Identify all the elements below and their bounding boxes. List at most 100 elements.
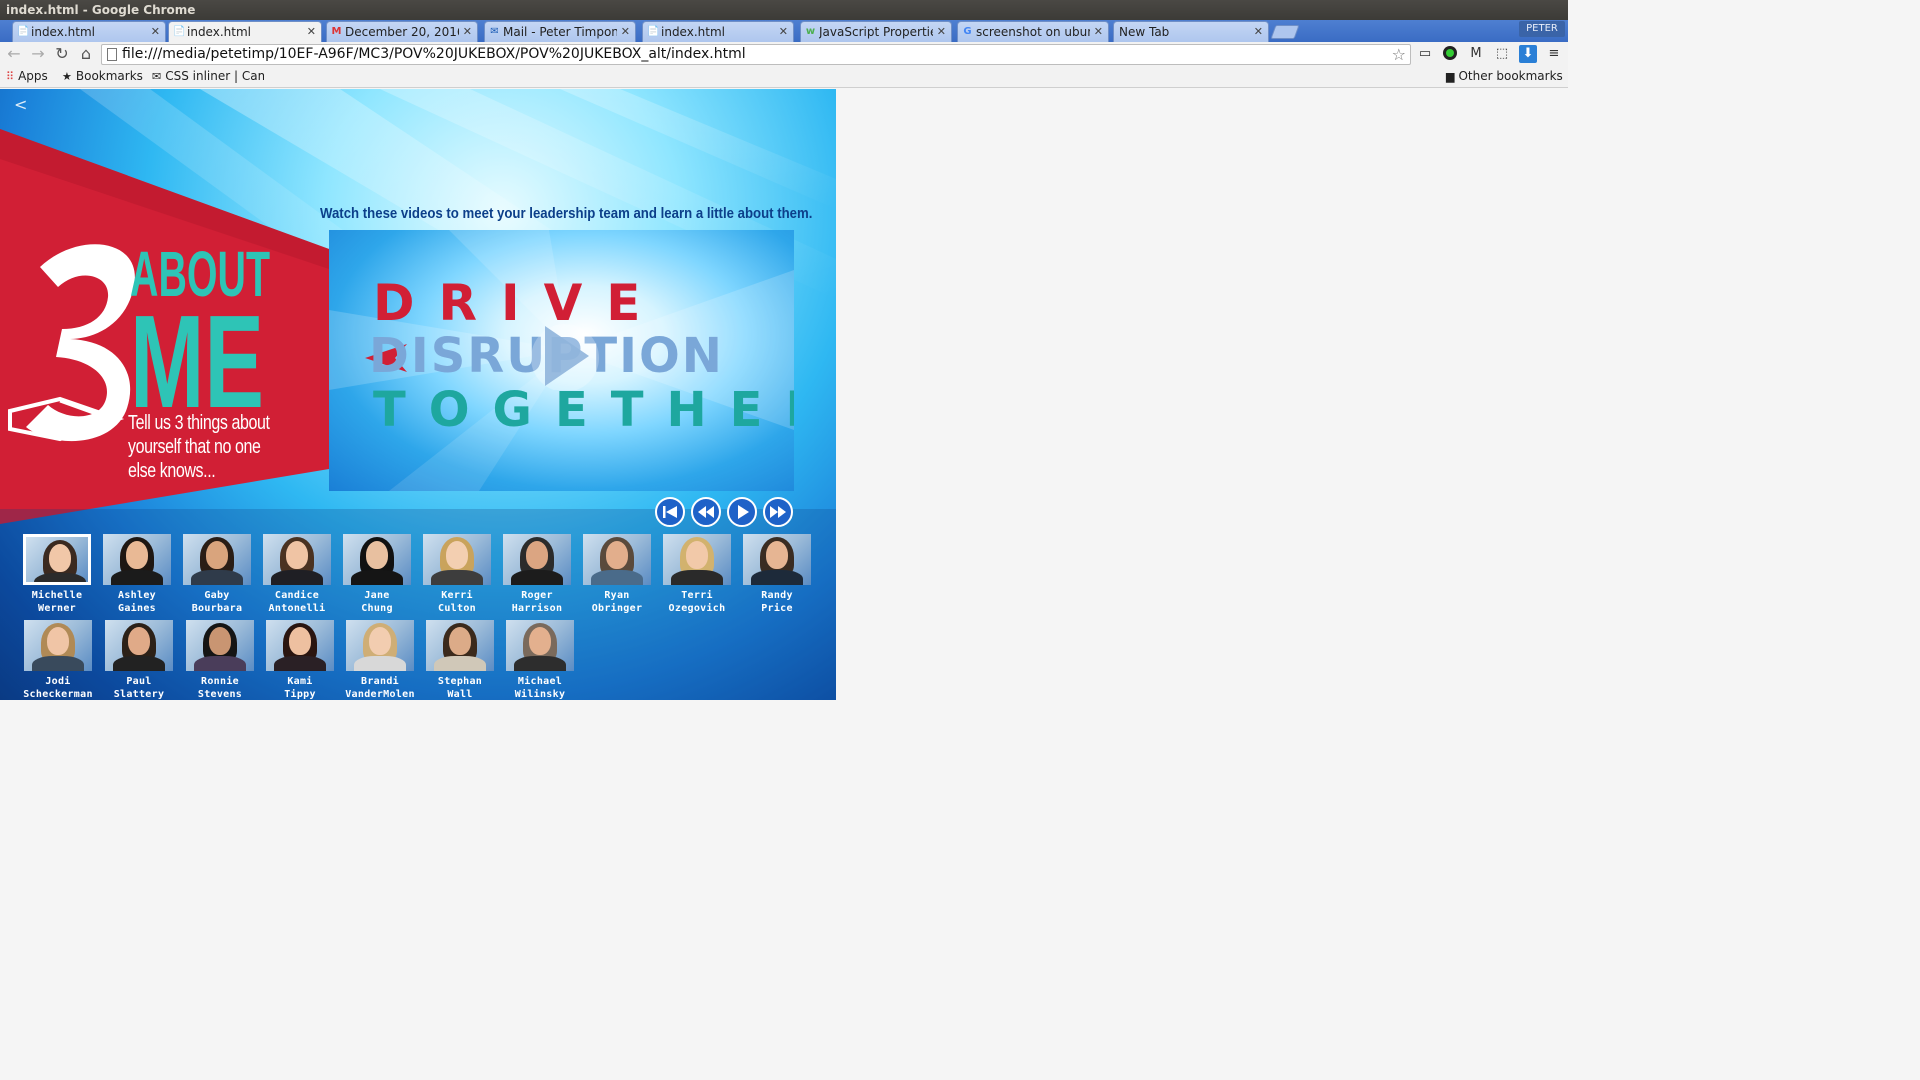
play-button[interactable] — [727, 497, 757, 527]
tab-google-search[interactable]: G screenshot on ubun ✕ — [957, 21, 1109, 42]
person-photo[interactable] — [24, 620, 92, 671]
person-photo[interactable] — [346, 620, 414, 671]
page-icon: 📄 — [173, 26, 186, 37]
tab-mail[interactable]: ✉ Mail - Peter Timpone ✕ — [484, 21, 636, 42]
person-photo[interactable] — [183, 534, 251, 585]
person-body — [751, 570, 803, 585]
person-body — [591, 570, 643, 585]
download-icon[interactable]: ⬇ — [1519, 45, 1537, 63]
fast-forward-button[interactable] — [763, 497, 793, 527]
person-name: Randy Price — [737, 589, 817, 615]
person-last-name: Tippy — [284, 689, 316, 700]
fast-forward-icon — [770, 506, 786, 518]
bookmark-label: Other bookmarks — [1458, 69, 1563, 83]
bookmark-label: Apps — [18, 69, 48, 83]
tab-index-2[interactable]: 📄 index.html ✕ — [168, 21, 322, 43]
person-first-name: Randy — [761, 590, 793, 601]
bookmark-apps[interactable]: ⠿ Apps — [6, 69, 48, 83]
close-icon[interactable]: ✕ — [937, 25, 946, 38]
person-first-name: Michelle — [31, 590, 83, 601]
person-body — [351, 570, 403, 585]
star-icon[interactable]: ☆ — [1392, 45, 1406, 64]
gmail-icon[interactable]: M — [1467, 45, 1485, 63]
person-first-name: Jane — [364, 590, 390, 601]
person-photo[interactable] — [263, 534, 331, 585]
tab-new[interactable]: New Tab ✕ — [1113, 21, 1269, 42]
close-icon[interactable]: ✕ — [307, 25, 316, 38]
person-body — [113, 656, 165, 671]
person-photo[interactable] — [503, 534, 571, 585]
person-face — [286, 541, 308, 569]
person-last-name: Chung — [361, 603, 393, 614]
person-photo[interactable] — [186, 620, 254, 671]
reload-icon[interactable]: ↻ — [52, 44, 72, 64]
bookmark-folder-bookmarks[interactable]: ★ Bookmarks — [62, 69, 143, 83]
person-body — [431, 570, 483, 585]
profile-button[interactable]: PETER — [1519, 21, 1565, 37]
person-photo[interactable] — [23, 534, 91, 585]
tab-javascript[interactable]: w JavaScript Propertie ✕ — [800, 21, 952, 42]
person-body — [434, 656, 486, 671]
person-photo[interactable] — [343, 534, 411, 585]
tab-label: screenshot on ubun — [976, 25, 1090, 39]
person-photo[interactable] — [426, 620, 494, 671]
home-icon[interactable]: ⌂ — [76, 44, 96, 64]
person-photo[interactable] — [423, 534, 491, 585]
person-first-name: Michael — [517, 676, 563, 687]
close-icon[interactable]: ✕ — [779, 25, 788, 38]
new-tab-button[interactable] — [1270, 25, 1300, 39]
close-icon[interactable]: ✕ — [1094, 25, 1103, 38]
screenshot-icon[interactable]: ⬚ — [1493, 45, 1511, 63]
person-photo[interactable] — [266, 620, 334, 671]
person-photo[interactable] — [583, 534, 651, 585]
tab-index-3[interactable]: 📄 index.html ✕ — [642, 21, 794, 42]
tab-index-1[interactable]: 📄 index.html ✕ — [12, 21, 166, 42]
person-body — [271, 570, 323, 585]
close-icon[interactable]: ✕ — [1254, 25, 1263, 38]
person-photo[interactable] — [506, 620, 574, 671]
page-icon: 📄 — [17, 26, 30, 37]
close-icon[interactable]: ✕ — [151, 25, 160, 38]
back-icon[interactable]: ← — [4, 44, 24, 64]
person-first-name: Ryan — [604, 590, 630, 601]
url-text: file:///media/petetimp/10EF-A96F/MC3/POV… — [122, 46, 746, 62]
address-bar[interactable]: file:///media/petetimp/10EF-A96F/MC3/POV… — [101, 44, 1411, 65]
play-icon — [738, 505, 749, 519]
person-photo[interactable] — [103, 534, 171, 585]
rewind-button[interactable] — [691, 497, 721, 527]
color-wheel-icon[interactable] — [1441, 45, 1459, 63]
tab-gmail[interactable]: M December 20, 2016 - ✕ — [326, 21, 478, 42]
w3-icon: w — [805, 26, 816, 37]
person-name: Stephan Wall — [420, 675, 500, 700]
person-face — [766, 541, 788, 569]
person-face — [529, 627, 551, 655]
video-player[interactable]: DRIVE DISRUPTION TOGETHER — [329, 230, 794, 491]
mail-icon: ✉ — [490, 26, 499, 37]
cast-icon[interactable]: ▭ — [1416, 45, 1434, 63]
close-icon[interactable]: ✕ — [463, 25, 472, 38]
tagline: Tell us 3 things about yourself that no … — [128, 412, 270, 482]
person-face — [369, 627, 391, 655]
bookmark-other[interactable]: ▆ Other bookmarks — [1446, 69, 1563, 83]
play-icon[interactable] — [531, 320, 611, 390]
close-icon[interactable]: ✕ — [621, 25, 630, 38]
first-video-button[interactable] — [655, 497, 685, 527]
person-photo[interactable] — [105, 620, 173, 671]
person-name: Roger Harrison — [497, 589, 577, 615]
person-photo[interactable] — [743, 534, 811, 585]
person-photo[interactable] — [663, 534, 731, 585]
menu-icon[interactable]: ≡ — [1545, 45, 1563, 63]
gmail-icon: M — [331, 26, 342, 37]
bookmark-css-inliner[interactable]: ✉ CSS inliner | Cam — [152, 69, 264, 83]
person-name: Jane Chung — [337, 589, 417, 615]
back-arrow-icon[interactable]: < — [14, 95, 27, 114]
tab-label: index.html — [31, 25, 95, 39]
forward-icon[interactable]: → — [28, 44, 48, 64]
video-title-drive: DRIVE — [373, 274, 665, 332]
person-last-name: Bourbara — [191, 603, 243, 614]
person-last-name: Werner — [38, 603, 76, 614]
person-last-name: Price — [761, 603, 793, 614]
person-name: Terri Ozegovich — [657, 589, 737, 615]
person-name: Jodi Scheckerman — [18, 675, 98, 700]
person-last-name: Harrison — [511, 603, 563, 614]
